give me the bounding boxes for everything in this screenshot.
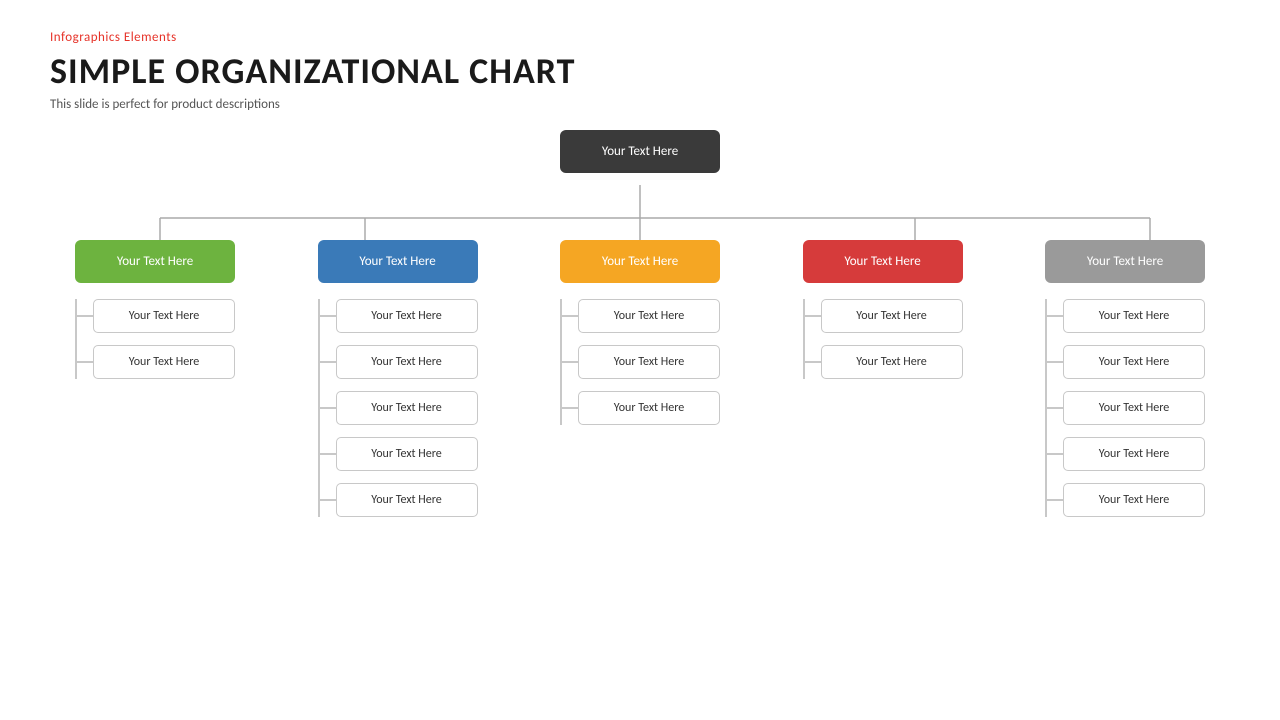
list-item: Your Text Here <box>1045 483 1205 517</box>
sub-item-label: Your Text Here <box>336 391 478 425</box>
sub-item-label: Your Text Here <box>1063 345 1205 379</box>
sub-item-label: Your Text Here <box>1063 299 1205 333</box>
list-item: Your Text Here <box>803 345 963 379</box>
column-col5: Your Text Here Your Text Here Your Text He… <box>1030 240 1220 517</box>
sub-items-col4: Your Text Here Your Text Here <box>803 299 963 379</box>
sub-item-label: Your Text Here <box>93 345 235 379</box>
col-header-col4: Your Text Here <box>803 240 963 283</box>
sub-item-label: Your Text Here <box>578 391 720 425</box>
sub-item-label: Your Text Here <box>1063 437 1205 471</box>
sub-item-label: Your Text Here <box>821 345 963 379</box>
sub-item-label: Your Text Here <box>578 345 720 379</box>
columns: Your Text HereYour Text HereYour Text He… <box>50 240 1230 517</box>
sub-item-label: Your Text Here <box>336 299 478 333</box>
page-title: SIMPLE ORGANIZATIONAL CHART <box>50 49 1230 93</box>
col-header-col5: Your Text Here <box>1045 240 1205 283</box>
list-item: Your Text Here <box>75 345 235 379</box>
list-item: Your Text Here <box>1045 299 1205 333</box>
column-col1: Your Text HereYour Text HereYour Text He… <box>60 240 250 379</box>
sub-item-label: Your Text Here <box>821 299 963 333</box>
col-header-col1: Your Text Here <box>75 240 235 283</box>
description: This slide is perfect for product descri… <box>50 97 1230 112</box>
list-item: Your Text Here <box>75 299 235 333</box>
list-item: Your Text Here <box>318 391 478 425</box>
sub-item-label: Your Text Here <box>1063 391 1205 425</box>
sub-item-label: Your Text Here <box>336 483 478 517</box>
list-item: Your Text Here <box>560 299 720 333</box>
subtitle: Infographics Elements <box>50 30 1230 45</box>
list-item: Your Text Here <box>318 345 478 379</box>
col-header-col2: Your Text Here <box>318 240 478 283</box>
sub-items-col2: Your Text Here Your Text Here Your Text He… <box>318 299 478 517</box>
list-item: Your Text Here <box>1045 345 1205 379</box>
list-item: Your Text Here <box>318 299 478 333</box>
list-item: Your Text Here <box>560 345 720 379</box>
list-item: Your Text Here <box>318 483 478 517</box>
sub-item-label: Your Text Here <box>1063 483 1205 517</box>
root-node: Your Text Here <box>560 130 720 173</box>
sub-item-label: Your Text Here <box>578 299 720 333</box>
list-item: Your Text Here <box>1045 391 1205 425</box>
sub-items-col1: Your Text Here Your Text Here <box>75 299 235 379</box>
list-item: Your Text Here <box>318 437 478 471</box>
root-label: Your Text Here <box>602 144 678 159</box>
sub-items-col5: Your Text Here Your Text Here Your Text He… <box>1045 299 1205 517</box>
sub-items-col3: Your Text Here Your Text Here Your Text He… <box>560 299 720 425</box>
list-item: Your Text Here <box>803 299 963 333</box>
chart-area: Your Text Here Your Text HereYour Text H… <box>50 130 1230 650</box>
column-col3: Your Text Here Your Text Here Your Text He… <box>545 240 735 425</box>
column-col4: Your Text HereYour Text HereYour Text He… <box>788 240 978 379</box>
col-header-col3: Your Text Here <box>560 240 720 283</box>
sub-item-label: Your Text Here <box>93 299 235 333</box>
column-col2: Your Text Here Your Text Here Your Text He… <box>303 240 493 517</box>
sub-item-label: Your Text Here <box>336 345 478 379</box>
list-item: Your Text Here <box>560 391 720 425</box>
list-item: Your Text Here <box>1045 437 1205 471</box>
sub-item-label: Your Text Here <box>336 437 478 471</box>
slide: Infographics Elements SIMPLE ORGANIZATIO… <box>0 0 1280 720</box>
